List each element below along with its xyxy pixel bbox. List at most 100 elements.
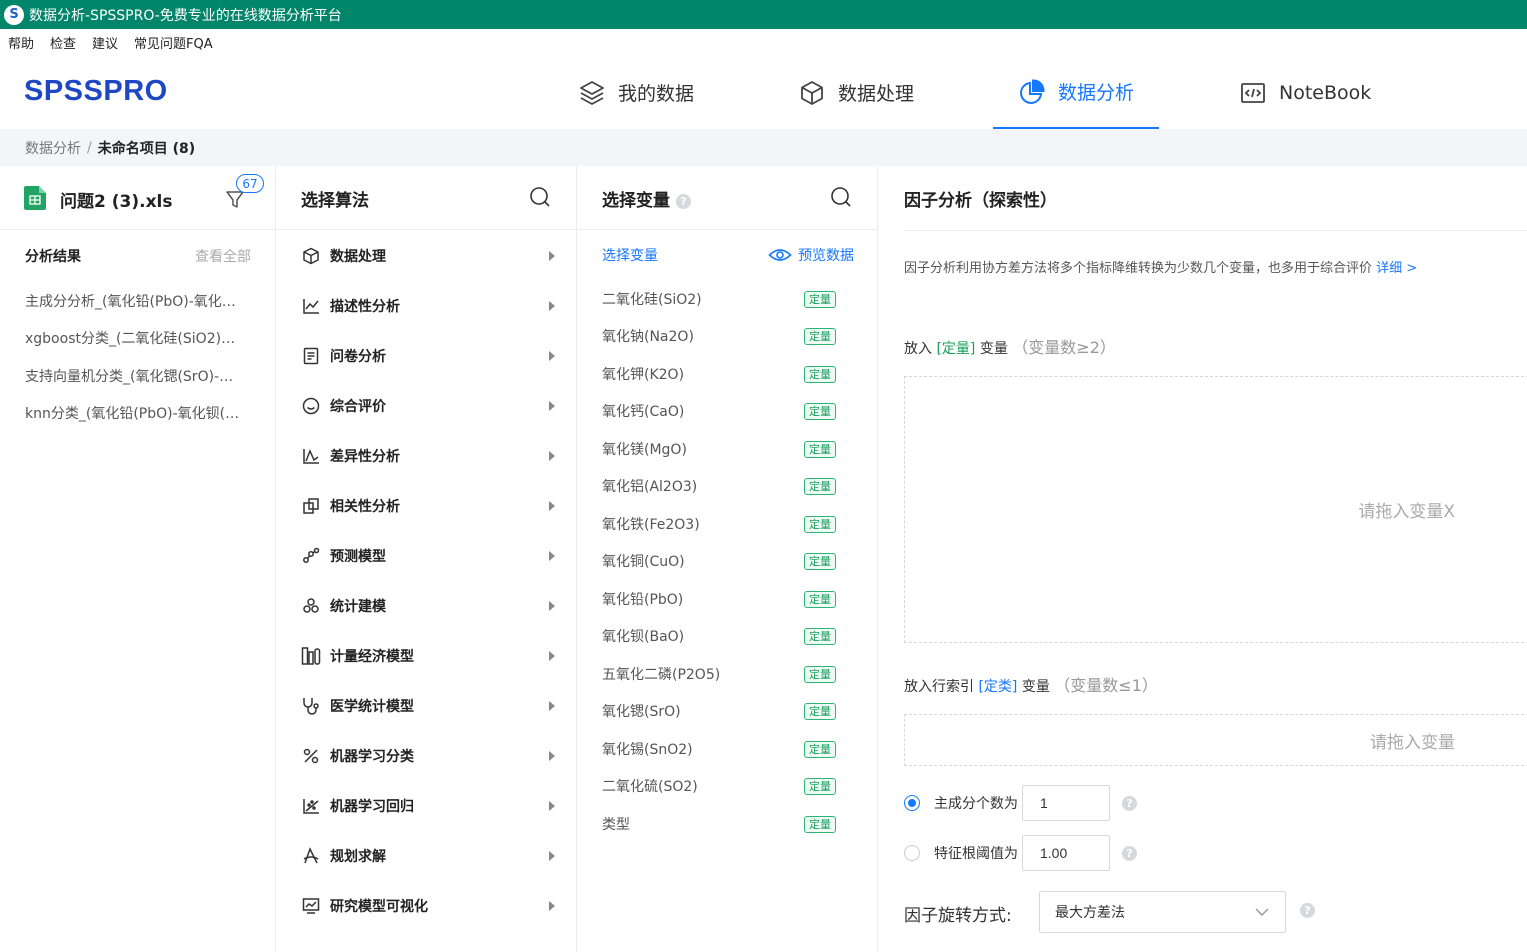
algo-econometric[interactable]: 计量经济模型 (301, 641, 555, 671)
algo-data-processing[interactable]: 数据处理 (301, 241, 555, 271)
dropzone-placeholder: 请拖入变量X (1358, 502, 1455, 522)
nav-label: 数据处理 (838, 83, 915, 105)
search-icon[interactable] (830, 186, 852, 208)
variable-item[interactable]: 氧化铜(CuO) 定量 (602, 550, 836, 572)
rotation-select[interactable]: 最大方差法 (1039, 891, 1286, 933)
algo-planning[interactable]: 规划求解 (301, 841, 555, 871)
breadcrumb-root[interactable]: 数据分析 (25, 138, 81, 158)
detail-link[interactable]: 详细 > (1376, 261, 1417, 276)
algo-descriptive[interactable]: 描述性分析 (301, 291, 555, 321)
nav-label: NoteBook (1279, 81, 1372, 104)
select-variable-link[interactable]: 选择变量 (602, 245, 658, 265)
brand-logo[interactable]: SPSSPRO (24, 75, 168, 108)
config-panel: 因子分析（探索性） 因子分析利用协方差方法将多个指标降维转换为少数几个变量，也多… (879, 166, 1527, 952)
algo-label: 规划求解 (330, 849, 386, 865)
search-icon[interactable] (529, 186, 551, 208)
nav-data-analysis[interactable]: 数据分析 (993, 56, 1160, 129)
result-item[interactable]: 主成分分析_(氧化铅(PbO)-氧化钡(BaO)… (25, 291, 240, 311)
label-limit: （变量数≤1） (1054, 676, 1158, 695)
algo-statistical[interactable]: 统计建模 (301, 591, 555, 621)
quantitative-tag: 定量 (804, 702, 836, 720)
algo-medical[interactable]: 医学统计模型 (301, 691, 555, 721)
variable-name: 氧化钠(Na2O) (602, 329, 694, 345)
component-count-radio[interactable] (904, 795, 920, 811)
algo-ml-classification[interactable]: 机器学习分类 (301, 741, 555, 771)
component-count-input[interactable]: 1 (1022, 785, 1110, 821)
method-description-text: 因子分析利用协方差方法将多个指标降维转换为少数几个变量，也多用于综合评价 (904, 261, 1373, 276)
algo-prediction[interactable]: 预测模型 (301, 541, 555, 571)
nav-notebook[interactable]: NoteBook (1239, 56, 1371, 129)
variable-name: 氧化镁(MgO) (602, 442, 687, 458)
distribution-icon (301, 446, 321, 466)
eigenvalue-threshold-radio[interactable] (904, 845, 920, 861)
line-chart-icon (301, 296, 321, 316)
preview-label: 预览数据 (798, 248, 854, 264)
help-icon[interactable]: ? (1122, 795, 1137, 811)
menu-suggest[interactable]: 建议 (92, 33, 118, 52)
algo-ml-regression[interactable]: 机器学习回归 (301, 791, 555, 821)
view-all-link[interactable]: 查看全部 (195, 246, 251, 266)
variable-item[interactable]: 氧化钠(Na2O) 定量 (602, 325, 836, 347)
pie-chart-icon (1020, 79, 1045, 104)
expand-arrow-icon (549, 901, 555, 911)
variable-item[interactable]: 氧化镁(MgO) 定量 (602, 438, 836, 460)
menu-inspect[interactable]: 检查 (50, 33, 76, 52)
eigenvalue-threshold-input[interactable]: 1.00 (1022, 835, 1110, 871)
algo-label: 综合评价 (330, 399, 386, 415)
result-item[interactable]: knn分类_(氧化铅(PbO)-氧化钡(BaO)… (25, 403, 240, 423)
algo-correlation[interactable]: 相关性分析 (301, 491, 555, 521)
expand-arrow-icon (549, 401, 555, 411)
quantitative-tag: 定量 (804, 515, 836, 533)
label-prefix: 放入 (904, 341, 932, 357)
method-description: 因子分析利用协方差方法将多个指标降维转换为少数几个变量，也多用于综合评价 详细 … (904, 257, 1417, 276)
algo-label: 预测模型 (330, 549, 386, 565)
algo-label: 计量经济模型 (330, 649, 414, 665)
variable-name: 二氧化硫(SO2) (602, 779, 698, 795)
nav-data-processing[interactable]: 数据处理 (798, 56, 914, 129)
quantitative-tag: 定量 (804, 590, 836, 608)
component-count-option: 主成分个数为 1 ? (904, 785, 1137, 821)
algo-visualization[interactable]: 研究模型可视化 (301, 891, 555, 921)
algo-survey[interactable]: 问卷分析 (301, 341, 555, 371)
quantitative-tag: 定量 (804, 402, 836, 420)
variable-item[interactable]: 二氧化硅(SiO2) 定量 (602, 288, 836, 310)
variable-item[interactable]: 氧化钙(CaO) 定量 (602, 400, 836, 422)
help-icon[interactable]: ? (1122, 845, 1137, 861)
file-name[interactable]: 问题2 (3).xls (60, 187, 172, 212)
variable-item[interactable]: 氧化锶(SrO) 定量 (602, 700, 836, 722)
network-icon (301, 546, 321, 566)
variable-item[interactable]: 氧化钡(BaO) 定量 (602, 625, 836, 647)
result-item[interactable]: xgboost分类_(二氧化硅(SiO2)-氧化钠… (25, 328, 240, 348)
variable-item[interactable]: 二氧化硫(SO2) 定量 (602, 775, 836, 797)
variable-panel-title: 选择变量 ? (602, 186, 691, 211)
help-icon[interactable]: ? (1300, 903, 1315, 918)
layers-icon (580, 80, 604, 105)
variable-item[interactable]: 氧化铁(Fe2O3) 定量 (602, 513, 836, 535)
result-item[interactable]: 支持向量机分类_(氧化锶(SrO)-氧化锡… (25, 366, 240, 386)
label-limit: （变量数≥2） (1012, 338, 1116, 357)
quantitative-tag: 定量 (804, 815, 836, 833)
preview-data-button[interactable]: 预览数据 (768, 245, 854, 265)
variable-item[interactable]: 氧化锡(SnO2) 定量 (602, 738, 836, 760)
algo-difference[interactable]: 差异性分析 (301, 441, 555, 471)
variable-name: 氧化铜(CuO) (602, 554, 685, 570)
algorithm-panel-header: 选择算法 (277, 166, 576, 230)
help-icon[interactable]: ? (675, 193, 691, 209)
variable-x-dropzone[interactable]: 请拖入变量X (904, 376, 1527, 643)
method-title: 因子分析（探索性） (904, 191, 1057, 211)
variable-name: 氧化锡(SnO2) (602, 742, 693, 758)
variable-item[interactable]: 氧化铝(Al2O3) 定量 (602, 475, 836, 497)
variable-item[interactable]: 氧化钾(K2O) 定量 (602, 363, 836, 385)
menu-help[interactable]: 帮助 (8, 33, 34, 52)
label-type: [定量] (936, 341, 976, 357)
nav-my-data[interactable]: 我的数据 (578, 56, 694, 129)
row-index-dropzone[interactable]: 请拖入变量 (904, 714, 1527, 766)
variable-item[interactable]: 类型 定量 (602, 813, 836, 835)
breadcrumb: 数据分析 / 未命名项目 (8) (0, 129, 1527, 166)
menu-faq[interactable]: 常见问题FQA (134, 33, 213, 52)
cube-icon (301, 246, 321, 266)
variable-item[interactable]: 五氧化二磷(P2O5) 定量 (602, 663, 836, 685)
variable-item[interactable]: 氧化铅(PbO) 定量 (602, 588, 836, 610)
algo-evaluation[interactable]: 综合评价 (301, 391, 555, 421)
menu-bar: 帮助 检查 建议 常见问题FQA (0, 29, 1527, 56)
